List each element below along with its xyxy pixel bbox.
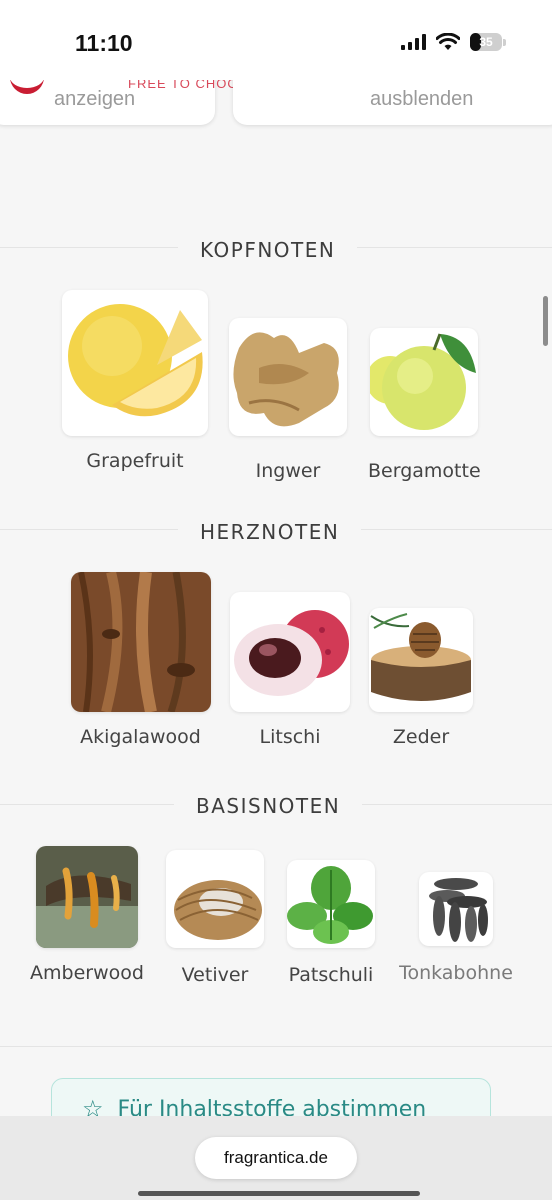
note-akigalawood[interactable]: Akigalawood [68, 572, 213, 748]
hide-notes-label: ausblenden [370, 88, 474, 110]
note-name: Bergamotte [368, 460, 481, 482]
note-vetiver[interactable]: Vetiver [165, 850, 265, 986]
section-title-heart-notes: HERZNOTEN [178, 510, 362, 554]
note-name: Vetiver [181, 964, 249, 986]
note-ingwer[interactable]: Ingwer [228, 318, 348, 482]
scrollbar[interactable] [543, 296, 548, 346]
signal-icon [401, 34, 426, 50]
filter-row: anzeigen FREE TO CHOOSE ♡ ausblenden [0, 80, 552, 145]
note-bergamotte[interactable]: Bergamotte [368, 328, 481, 482]
lychee-image [230, 592, 350, 712]
note-tonkabohne[interactable]: Tonkabohne [394, 872, 518, 984]
note-grapefruit[interactable]: Grapefruit [60, 290, 210, 472]
browser-toolbar: fragrantica.de [0, 1116, 552, 1200]
hide-notes-button[interactable]: ausblenden [233, 80, 552, 125]
section-title-base-notes: BASISNOTEN [174, 784, 363, 828]
note-name: Patschuli [288, 964, 374, 986]
amberwood-image [36, 846, 138, 948]
patchouli-image [287, 860, 375, 948]
note-patschuli[interactable]: Patschuli [284, 860, 378, 986]
vetiver-image [166, 850, 264, 948]
note-name: Ingwer [255, 460, 321, 482]
note-amberwood[interactable]: Amberwood [26, 846, 148, 984]
tonka-bean-image [419, 872, 493, 946]
note-name: Litschi [259, 726, 321, 748]
battery-icon: 35 [470, 33, 502, 51]
cedar-image [369, 608, 473, 712]
clock: 11:10 [75, 30, 133, 56]
bergamot-image [370, 328, 478, 436]
battery-level: 35 [479, 35, 493, 49]
note-name: Tonkabohne [399, 962, 513, 984]
address-bar[interactable]: fragrantica.de [195, 1137, 357, 1179]
note-name: Akigalawood [80, 726, 201, 748]
note-zeder[interactable]: Zeder [368, 608, 474, 748]
section-title-top-notes: KOPFNOTEN [178, 228, 358, 272]
home-indicator[interactable] [138, 1191, 420, 1196]
note-litschi[interactable]: Litschi [228, 592, 352, 748]
show-notes-label: anzeigen [54, 88, 136, 110]
divider [0, 1046, 552, 1047]
grapefruit-image [62, 290, 208, 436]
wifi-icon [436, 33, 460, 50]
note-name: Zeder [392, 726, 450, 748]
status-icons: 35 [401, 33, 506, 51]
akigalawood-image [70, 572, 211, 712]
ginger-image [229, 318, 347, 436]
note-name: Grapefruit [86, 450, 184, 472]
note-name: Amberwood [30, 962, 144, 984]
status-bar: 11:10 35 [0, 0, 552, 80]
